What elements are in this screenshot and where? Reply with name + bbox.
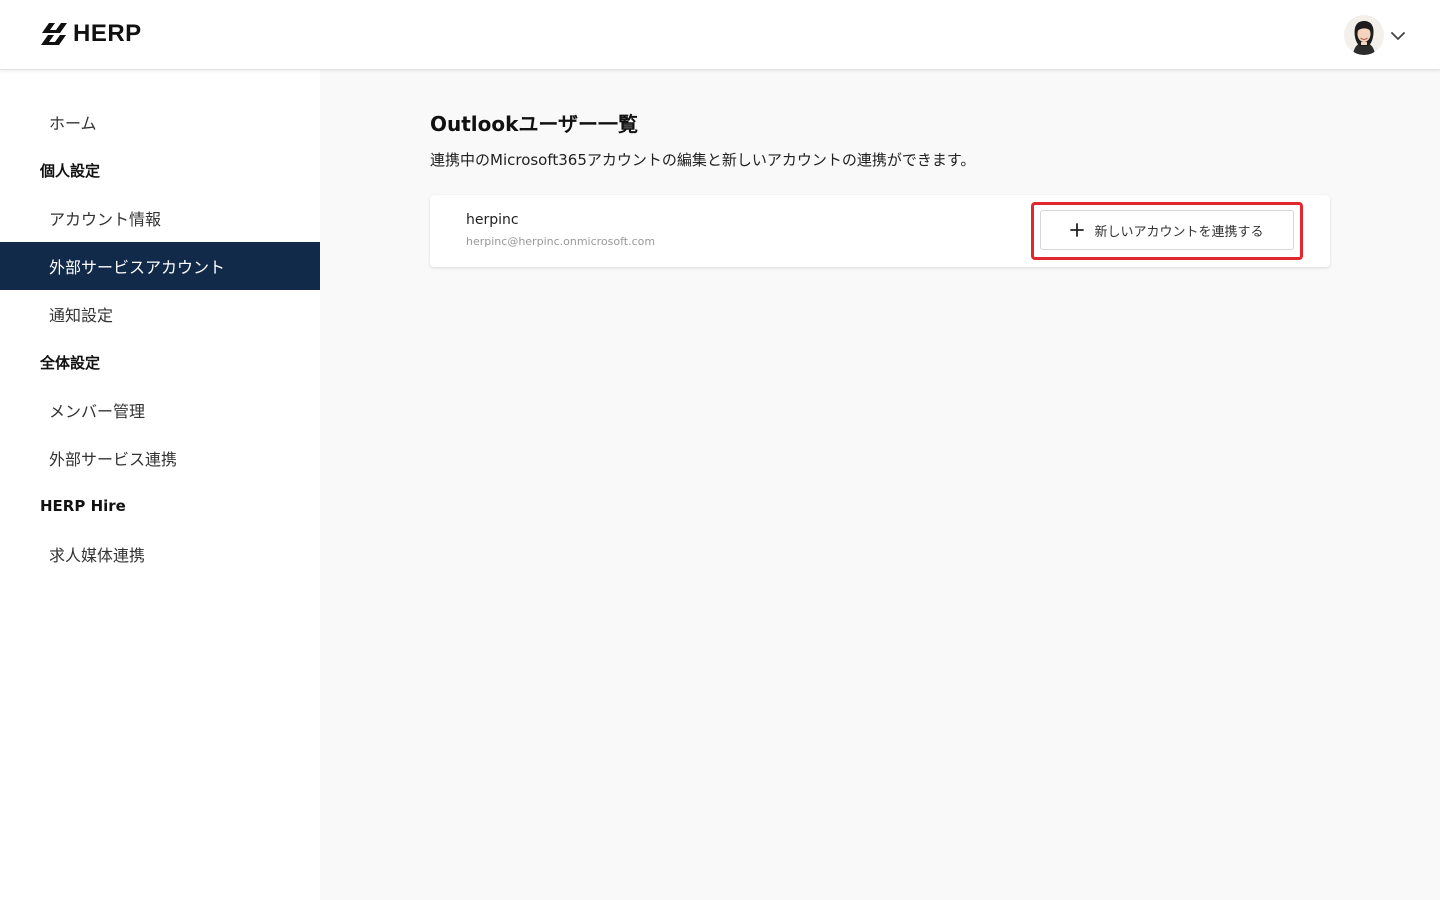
- page-description: 連携中のMicrosoft365アカウントの編集と新しいアカウントの連携ができま…: [430, 151, 976, 169]
- main-content: Outlookユーザー一覧 連携中のMicrosoft365アカウントの編集と新…: [320, 70, 1440, 900]
- sidebar-item-label: 通知設定: [49, 306, 114, 325]
- add-account-button-label: 新しいアカウントを連携する: [1094, 223, 1264, 239]
- sidebar-item-external-service-integration[interactable]: 外部サービス連携: [0, 434, 320, 482]
- plus-icon: [1070, 223, 1085, 237]
- sidebar-item-member-management[interactable]: メンバー管理: [0, 386, 320, 434]
- sidebar: ホーム 個人設定 アカウント情報 外部サービスアカウント 通知設定 全体設定 メ…: [0, 70, 320, 900]
- sidebar-item-home[interactable]: ホーム: [0, 98, 320, 146]
- sidebar-section-global: 全体設定: [40, 353, 101, 372]
- sidebar-item-label: 外部サービスアカウント: [49, 258, 226, 277]
- account-email: herpinc@herpinc.onmicrosoft.com: [466, 235, 656, 248]
- top-header: HERP: [0, 0, 1440, 70]
- sidebar-item-external-service-accounts[interactable]: 外部サービスアカウント: [0, 242, 320, 290]
- sidebar-item-job-media-integration[interactable]: 求人媒体連携: [0, 530, 320, 578]
- sidebar-item-notification-settings[interactable]: 通知設定: [0, 290, 320, 338]
- herp-logo[interactable]: HERP: [40, 20, 142, 48]
- sidebar-item-label: アカウント情報: [49, 210, 162, 229]
- logo-text: HERP: [73, 20, 142, 47]
- avatar-portrait-icon: [1344, 15, 1384, 55]
- sidebar-item-label: 求人媒体連携: [49, 546, 146, 565]
- user-avatar[interactable]: [1344, 15, 1384, 55]
- sidebar-section-herp-hire: HERP Hire: [40, 497, 126, 515]
- chevron-down-icon[interactable]: [1389, 27, 1407, 45]
- sidebar-item-label: メンバー管理: [49, 402, 146, 421]
- sidebar-item-label: 外部サービス連携: [49, 450, 178, 469]
- account-card: herpinc herpinc@herpinc.onmicrosoft.com …: [430, 195, 1330, 267]
- sidebar-item-account-info[interactable]: アカウント情報: [0, 194, 320, 242]
- add-account-button[interactable]: 新しいアカウントを連携する: [1040, 210, 1294, 250]
- herp-logo-icon: [41, 23, 67, 45]
- page-title: Outlookユーザー一覧: [430, 112, 639, 136]
- sidebar-section-personal: 個人設定: [40, 161, 101, 180]
- sidebar-item-label: ホーム: [49, 114, 97, 133]
- account-name: herpinc: [466, 212, 519, 228]
